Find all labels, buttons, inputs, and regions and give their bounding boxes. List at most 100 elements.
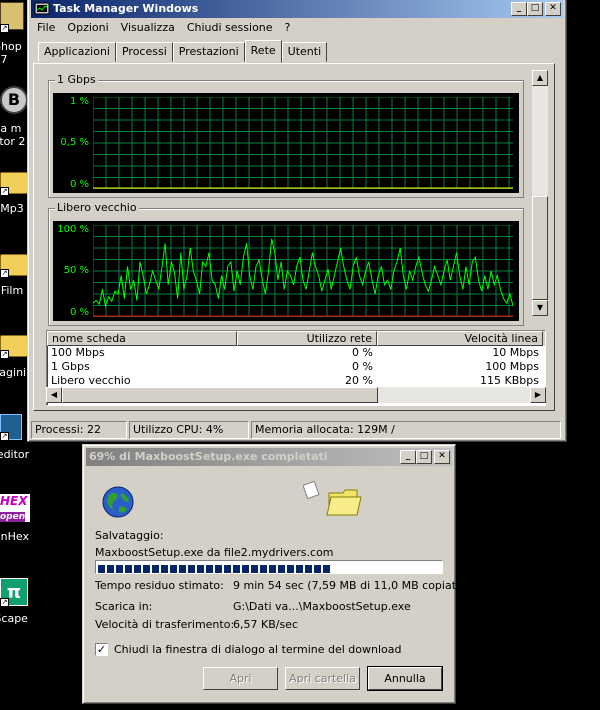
cell-speed: 115 KBbps (480, 374, 539, 387)
tab-strip: Applicazioni Processi Prestazioni Rete U… (38, 40, 328, 63)
open-button[interactable]: Apri (203, 667, 278, 690)
speed-label: Velocità di trasferimento: (95, 618, 235, 631)
tab-utenti[interactable]: Utenti (281, 42, 328, 62)
menu-help[interactable]: ? (279, 19, 297, 37)
graph-libero-vecchio: 100 % 50 % 0 % (53, 221, 519, 321)
column-header-utilizzo-rete[interactable]: Utilizzo rete (237, 331, 377, 346)
hscroll-thumb[interactable] (62, 387, 378, 403)
graph-group-1gbps: 1 Gbps 1 % 0,5 % 0 % (48, 73, 524, 198)
download-dialog: 69% di MaxboostSetup.exe completati _ □ … (82, 444, 463, 704)
download-titlebar[interactable]: 69% di MaxboostSetup.exe completati _ □ … (86, 448, 452, 466)
cell-speed: 10 Mbps (492, 346, 539, 359)
maximize-button[interactable]: □ (527, 2, 543, 16)
progress-block (314, 565, 321, 573)
table-row[interactable]: 100 Mbps 0 % 10 Mbps (47, 346, 545, 360)
download-progress-bar (95, 560, 443, 574)
graphs-scrollbar[interactable]: ▲ ▼ (532, 70, 548, 316)
open-folder-button[interactable]: Apri cartella (285, 667, 360, 690)
tab-prestazioni[interactable]: Prestazioni (172, 42, 245, 62)
progress-block (116, 565, 123, 573)
globe-icon (102, 486, 134, 518)
progress-block (188, 565, 195, 573)
column-header-velocita-linea[interactable]: Velocità linea (377, 331, 543, 346)
progress-block (269, 565, 276, 573)
y-label: 0 % (69, 307, 89, 318)
progress-block (152, 565, 159, 573)
progress-block (206, 565, 213, 573)
progress-block (278, 565, 285, 573)
cell-usage: 20 % (345, 374, 373, 387)
tab-applicazioni[interactable]: Applicazioni (38, 42, 116, 62)
tab-processi[interactable]: Processi (115, 42, 173, 62)
scroll-thumb[interactable] (532, 196, 548, 300)
table-row[interactable]: 1 Gbps 0 % 100 Mbps (47, 360, 545, 374)
cell-name: Libero vecchio (51, 374, 131, 387)
saving-label: Salvataggio: (95, 529, 164, 542)
close-on-complete-checkbox[interactable]: ✓ (95, 643, 108, 656)
progress-block (260, 565, 267, 573)
cell-name: 1 Gbps (51, 360, 90, 373)
close-on-complete-label[interactable]: Chiudi la finestra di dialogo al termine… (114, 643, 402, 656)
scroll-right-button[interactable]: ▶ (530, 387, 546, 403)
speed-value: 6,57 KB/sec (233, 618, 299, 631)
destination-value: G:\Dati va...\MaxboostSetup.exe (233, 600, 411, 613)
task-manager-titlebar[interactable]: Task Manager Windows _ □ ✕ (31, 0, 563, 18)
status-memory: Memoria allocata: 129M / (251, 421, 561, 439)
shortcut-arrow-icon: ↗ (0, 598, 9, 607)
cancel-button[interactable]: Annulla (367, 666, 443, 691)
graph-1gbps: 1 % 0,5 % 0 % (53, 93, 519, 193)
progress-block (224, 565, 231, 573)
rete-tab-panel: 1 Gbps 1 % 0,5 % 0 % Libero vecchio 100 … (33, 63, 555, 411)
table-row[interactable]: Libero vecchio 20 % 115 KBbps (47, 374, 545, 388)
y-label: 100 % (57, 224, 89, 235)
y-label: 1 % (69, 96, 89, 107)
y-label: 50 % (63, 265, 89, 276)
progress-block (323, 565, 330, 573)
graph-title: Libero vecchio (55, 201, 139, 214)
shortcut-arrow-icon: ↗ (0, 432, 9, 441)
status-bar: Processi: 22 Utilizzo CPU: 4% Memoria al… (31, 421, 563, 439)
column-header-nome-scheda[interactable]: nome scheda (47, 331, 237, 346)
download-progress-fill (98, 563, 332, 573)
shortcut-arrow-icon: ↗ (0, 24, 9, 33)
status-cpu: Utilizzo CPU: 4% (129, 421, 249, 439)
destination-label: Scarica in: (95, 600, 153, 613)
maximize-button[interactable]: □ (416, 450, 432, 464)
progress-block (170, 565, 177, 573)
tab-rete[interactable]: Rete (244, 40, 282, 63)
menu-bar: File Opzioni Visualizza Chiudi sessione … (31, 19, 563, 37)
list-hscrollbar[interactable]: ◀ ▶ (46, 387, 546, 403)
menu-visualizza[interactable]: Visualizza (115, 19, 181, 37)
close-button[interactable]: ✕ (545, 2, 561, 16)
menu-file[interactable]: File (31, 19, 61, 37)
minimize-button[interactable]: _ (400, 450, 416, 464)
progress-block (143, 565, 150, 573)
graph-plot-1gbps (93, 97, 513, 189)
y-label: 0,5 % (60, 137, 89, 148)
list-header: nome scheda Utilizzo rete Velocità linea (47, 331, 545, 346)
shortcut-arrow-icon: ↗ (0, 187, 9, 196)
winhex-icon: HEX open (0, 494, 30, 522)
y-label: 0 % (69, 179, 89, 190)
scroll-down-button[interactable]: ▼ (532, 300, 548, 316)
progress-block (197, 565, 204, 573)
progress-block (251, 565, 258, 573)
minimize-button[interactable]: _ (511, 2, 527, 16)
status-processes: Processi: 22 (31, 421, 127, 439)
menu-opzioni[interactable]: Opzioni (61, 19, 114, 37)
scroll-up-button[interactable]: ▲ (532, 70, 548, 86)
progress-block (305, 565, 312, 573)
task-manager-window: Task Manager Windows _ □ ✕ File Opzioni … (27, 0, 567, 442)
cell-name: 100 Mbps (51, 346, 105, 359)
progress-block (134, 565, 141, 573)
graph-title: 1 Gbps (55, 73, 98, 86)
shortcut-arrow-icon: ↗ (0, 269, 9, 278)
desktop-icon-label: x editor (0, 448, 30, 461)
scroll-left-button[interactable]: ◀ (46, 387, 62, 403)
cell-usage: 0 % (352, 360, 373, 373)
file-transfer-icon (303, 480, 362, 516)
window-title: Task Manager Windows (53, 2, 199, 15)
progress-block (233, 565, 240, 573)
menu-chiudi-sessione[interactable]: Chiudi sessione (181, 19, 279, 37)
close-button[interactable]: ✕ (434, 450, 450, 464)
